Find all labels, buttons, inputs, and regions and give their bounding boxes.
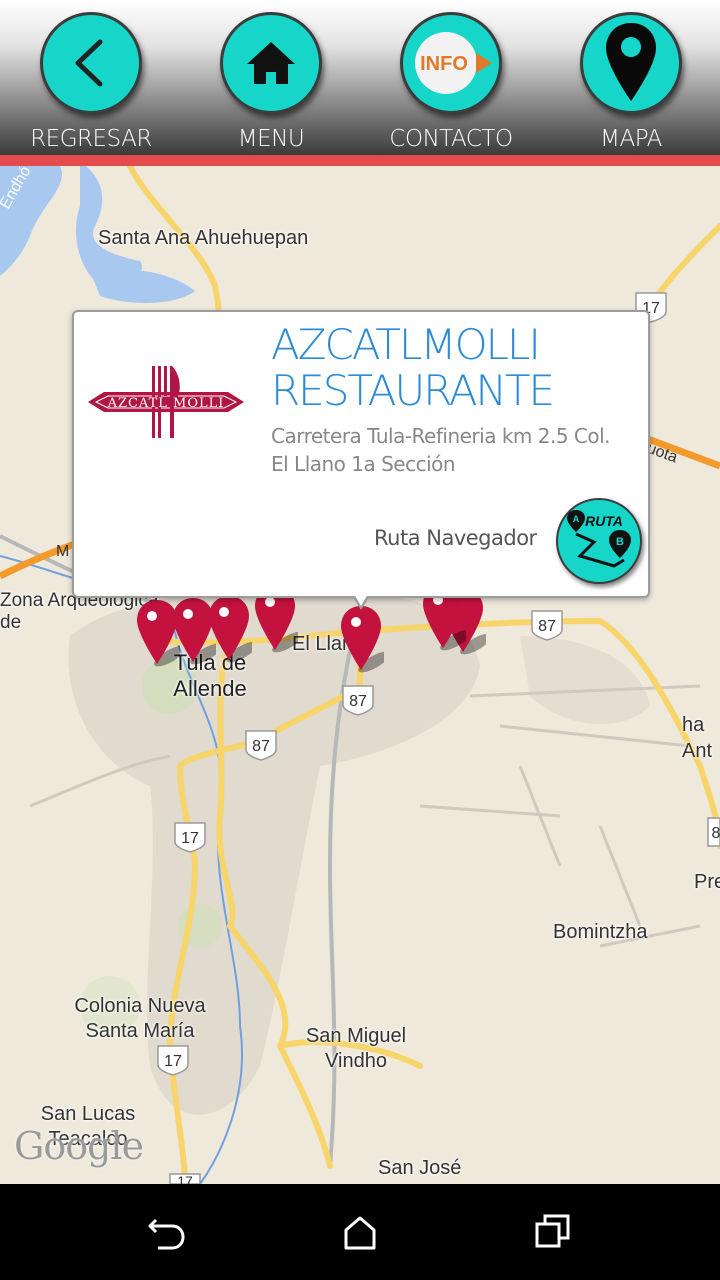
back-button[interactable]: REGRESAR <box>26 8 156 158</box>
back-button-label: REGRESAR <box>30 126 152 152</box>
restaurant-address: Carretera Tula-Refineria km 2.5 Col. El … <box>271 424 611 476</box>
restaurant-name: AZCATLMOLLI RESTAURANTE <box>271 320 555 415</box>
map-marker-selected[interactable] <box>338 604 384 674</box>
route-navigator-label[interactable]: Ruta Navegador <box>374 526 537 550</box>
svg-text:87: 87 <box>349 693 367 710</box>
app-header: REGRESAR MENU INFO CONTACTO MAPA <box>0 0 720 155</box>
back-icon[interactable] <box>142 1208 190 1256</box>
svg-text:17: 17 <box>164 1053 182 1070</box>
restaurant-logo: AZCATL MOLLI <box>88 366 244 438</box>
place-santa-ana: Santa Ana Ahuehuepan <box>98 227 309 249</box>
svg-text:A: A <box>573 514 580 524</box>
svg-text:B: B <box>616 536 624 548</box>
header-accent-bar <box>0 155 720 166</box>
back-chevron-icon <box>40 12 142 114</box>
svg-text:8: 8 <box>712 825 720 842</box>
home-icon[interactable] <box>336 1208 384 1256</box>
map-marker[interactable] <box>206 594 252 664</box>
place-colonia-nueva-santa-maria: Colonia Nueva Santa María <box>74 995 206 1042</box>
svg-text:RUTA: RUTA <box>585 513 623 529</box>
svg-text:17: 17 <box>181 830 199 847</box>
info-icon-label: INFO <box>420 53 468 75</box>
system-navigation-bar <box>0 1184 720 1280</box>
svg-text:87: 87 <box>252 738 270 755</box>
google-watermark: Google <box>14 1124 144 1168</box>
popup-pointer <box>352 594 370 610</box>
menu-button[interactable]: MENU <box>206 8 336 158</box>
map-button[interactable]: MAPA <box>566 8 696 158</box>
contact-button-label: CONTACTO <box>389 126 513 152</box>
restaurant-logo-text: AZCATL MOLLI <box>107 396 225 411</box>
place-san-jose: San José <box>378 1157 462 1179</box>
home-icon <box>220 12 322 114</box>
place-partial-pre: Pre <box>694 871 720 893</box>
place-bomintzha: Bomintzha <box>553 921 648 943</box>
info-icon: INFO <box>400 12 502 114</box>
restaurant-info-popup[interactable]: AZCATL MOLLI AZCATLMOLLI RESTAURANTE Car… <box>72 310 650 610</box>
contact-button[interactable]: INFO CONTACTO <box>386 8 516 158</box>
svg-text:17: 17 <box>177 1173 193 1184</box>
map-button-label: MAPA <box>600 126 662 152</box>
svg-text:87: 87 <box>538 618 556 635</box>
menu-button-label: MENU <box>237 126 305 152</box>
route-button[interactable]: RUTA A B <box>556 498 642 584</box>
road-label-m: M <box>56 543 69 560</box>
place-san-miguel-vindho: San Miguel Vindho <box>305 1025 407 1072</box>
recents-icon[interactable] <box>528 1208 576 1256</box>
place-partial-right: ha Ant <box>682 714 713 762</box>
route-icon: RUTA A B <box>567 510 631 568</box>
map-pin-icon <box>580 12 682 114</box>
